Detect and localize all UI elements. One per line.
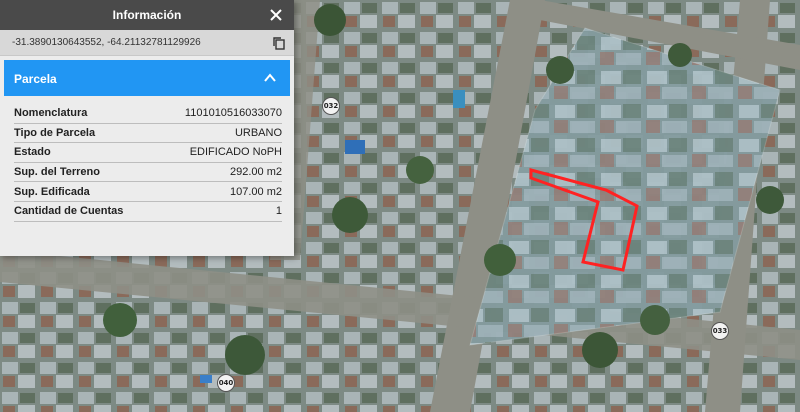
row-label: Estado — [14, 146, 51, 159]
row-value: 292.00 m2 — [230, 166, 282, 179]
chevron-up-icon[interactable] — [264, 72, 276, 84]
close-icon[interactable] — [268, 7, 284, 23]
row-label: Sup. del Terreno — [14, 166, 100, 179]
info-row-estado: Estado EDIFICADO NoPH — [14, 143, 282, 163]
panel-header: Información — [0, 0, 294, 30]
coordinates-text: -31.3890130643552, -64.21132781129926 — [12, 37, 201, 48]
row-value: URBANO — [234, 126, 282, 139]
info-row-sup-edificada: Sup. Edificada 107.00 m2 — [14, 182, 282, 202]
row-value: EDIFICADO NoPH — [189, 146, 282, 159]
row-label: Sup. Edificada — [14, 185, 90, 198]
info-panel: Información -31.3890130643552, -64.21132… — [0, 0, 294, 256]
row-label: Tipo de Parcela — [14, 126, 96, 139]
section-header-parcela[interactable]: Parcela — [4, 60, 290, 96]
row-value: 1 — [275, 205, 282, 218]
info-row-nomenclatura: Nomenclatura 1101010516033070 — [14, 104, 282, 124]
block-label-badge: 033 — [711, 322, 729, 340]
info-row-sup-terreno: Sup. del Terreno 292.00 m2 — [14, 163, 282, 183]
info-row-tipo-parcela: Tipo de Parcela URBANO — [14, 124, 282, 144]
row-value: 1101010516033070 — [184, 107, 282, 120]
block-label-badge: 040 — [217, 374, 235, 392]
panel-title: Información — [112, 8, 182, 22]
block-label-badge: 032 — [322, 97, 340, 115]
section-title: Parcela — [14, 72, 57, 86]
copy-icon[interactable] — [272, 36, 286, 50]
coordinates-bar: -31.3890130643552, -64.21132781129926 — [0, 30, 294, 56]
row-value: 107.00 m2 — [230, 185, 282, 198]
row-label: Cantidad de Cuentas — [14, 205, 124, 218]
info-table: Nomenclatura 1101010516033070 Tipo de Pa… — [14, 104, 282, 222]
row-label: Nomenclatura — [14, 107, 88, 120]
info-row-cantidad-cuentas: Cantidad de Cuentas 1 — [14, 202, 282, 222]
